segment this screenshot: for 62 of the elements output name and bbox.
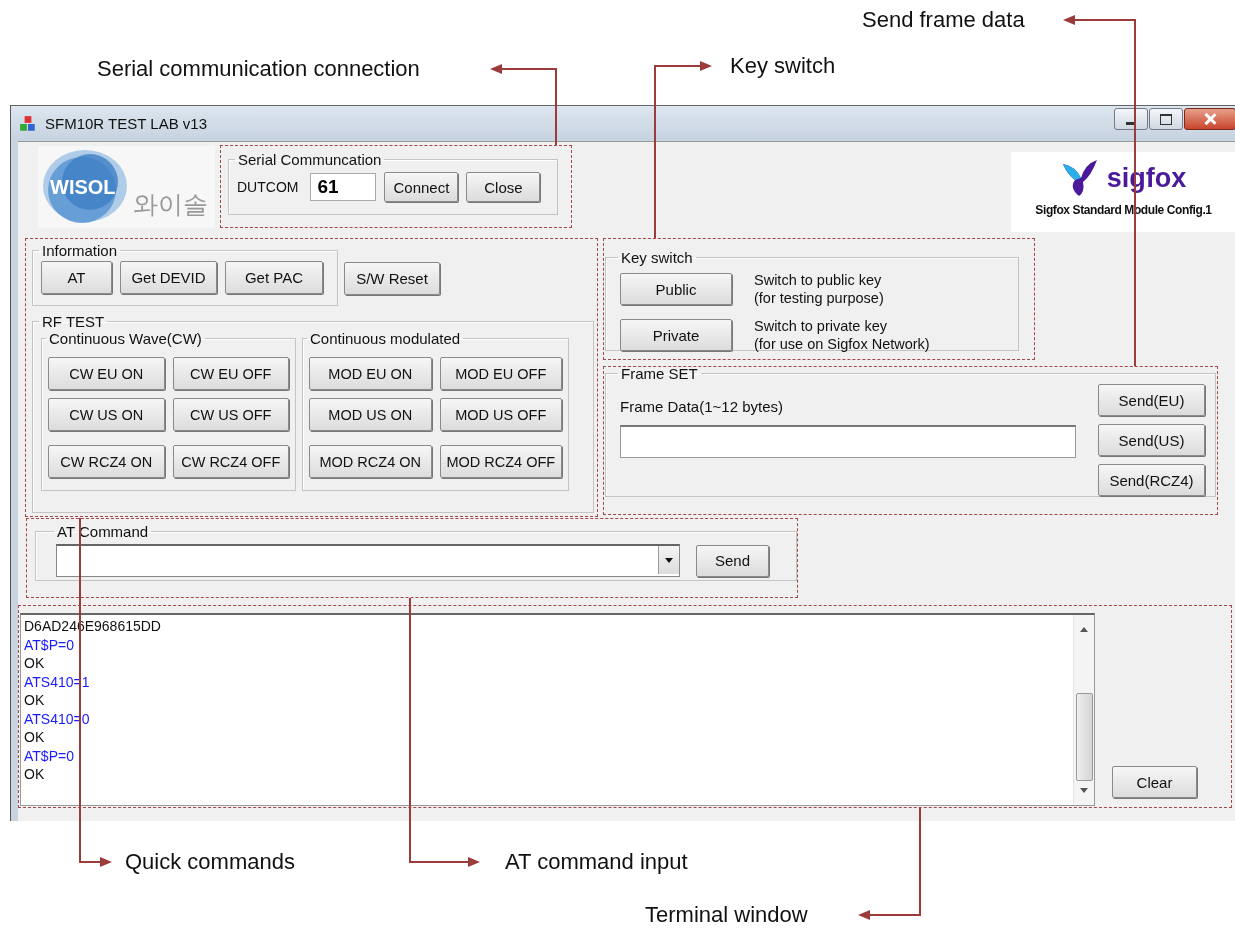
test-button[interactable]: CW US OFF (172, 398, 289, 431)
terminal-line: OK (24, 654, 45, 673)
test-button[interactable]: MOD US OFF (439, 398, 562, 431)
test-button[interactable]: CW RCZ4 ON (48, 445, 165, 478)
terminal-line: OK (24, 765, 45, 784)
reset-button[interactable]: S/W Reset (344, 262, 440, 295)
key-description: Switch to private key (754, 317, 888, 335)
group-title: Serial Communcation (237, 151, 383, 168)
clear-button[interactable]: Clear (1112, 766, 1197, 798)
group-title: Information (41, 242, 119, 259)
send-button[interactable]: Send(US) (1098, 424, 1205, 456)
callout-label: Send frame data (862, 7, 1025, 33)
test-button[interactable]: MOD RCZ4 ON (309, 445, 432, 478)
test-button[interactable]: CW EU OFF (172, 357, 289, 390)
key-description: (for testing purpose) (754, 289, 884, 307)
test-button[interactable]: MOD US ON (309, 398, 432, 431)
key-button[interactable]: Public (620, 273, 732, 305)
group-title: AT Command (56, 523, 150, 540)
command-combobox[interactable] (56, 544, 680, 577)
serial-button[interactable]: Close (466, 172, 541, 202)
key-description: (for use on Sigfox Network) (754, 335, 930, 353)
test-button[interactable]: MOD EU OFF (439, 357, 562, 390)
callout-label: Terminal window (645, 902, 808, 928)
terminal-line: OK (24, 728, 45, 747)
terminal-line: AT$P=0 (24, 635, 74, 654)
maximize-button[interactable] (1149, 108, 1183, 130)
command-button[interactable]: Get DEVID (120, 261, 217, 294)
cubes-icon (19, 114, 37, 133)
scrollbar[interactable] (1073, 615, 1094, 805)
callout-label: Key switch (730, 53, 836, 79)
test-button[interactable]: CW US ON (48, 398, 165, 431)
field-label: Frame Data(1~12 bytes) (620, 398, 784, 415)
terminal-line: AT$P=0 (24, 746, 74, 765)
group-title: Continuous modulated (309, 330, 462, 347)
frame-data-input[interactable] (620, 425, 1076, 458)
group-title: Key switch (620, 249, 694, 266)
serial-button[interactable]: Connect (384, 172, 459, 202)
logo-text: WISOL (50, 176, 116, 199)
terminal-line: OK (24, 691, 45, 710)
callout-label: Quick commands (125, 849, 295, 875)
group-title: Continuous Wave(CW) (48, 330, 203, 347)
minimize-button[interactable] (1114, 108, 1148, 130)
group-title: RF TEST (41, 313, 106, 330)
window-title: SFM10R TEST LAB v13 (45, 115, 207, 132)
send-button[interactable]: Send(EU) (1098, 384, 1205, 416)
key-button[interactable]: Private (620, 319, 732, 351)
group-title: Frame SET (620, 365, 699, 382)
port-label: DUTCOM (237, 179, 299, 195)
test-button[interactable]: CW EU ON (48, 357, 165, 390)
test-button[interactable]: MOD RCZ4 OFF (439, 445, 562, 478)
key-description: Switch to public key (754, 271, 883, 289)
command-button[interactable]: Get PAC (225, 261, 323, 294)
command-button[interactable]: AT (41, 261, 112, 294)
send-button[interactable]: Send(RCZ4) (1098, 464, 1205, 496)
port-input[interactable]: 61 (310, 173, 377, 201)
close-button[interactable] (1184, 108, 1235, 130)
send-button[interactable]: Send (696, 544, 769, 577)
test-button[interactable]: CW RCZ4 OFF (172, 445, 289, 478)
callout-label: Serial communication connection (97, 56, 420, 82)
logo-korean-text: 와이솔 (133, 189, 208, 221)
callout-label: AT command input (505, 849, 688, 875)
test-button[interactable]: MOD EU ON (309, 357, 432, 390)
